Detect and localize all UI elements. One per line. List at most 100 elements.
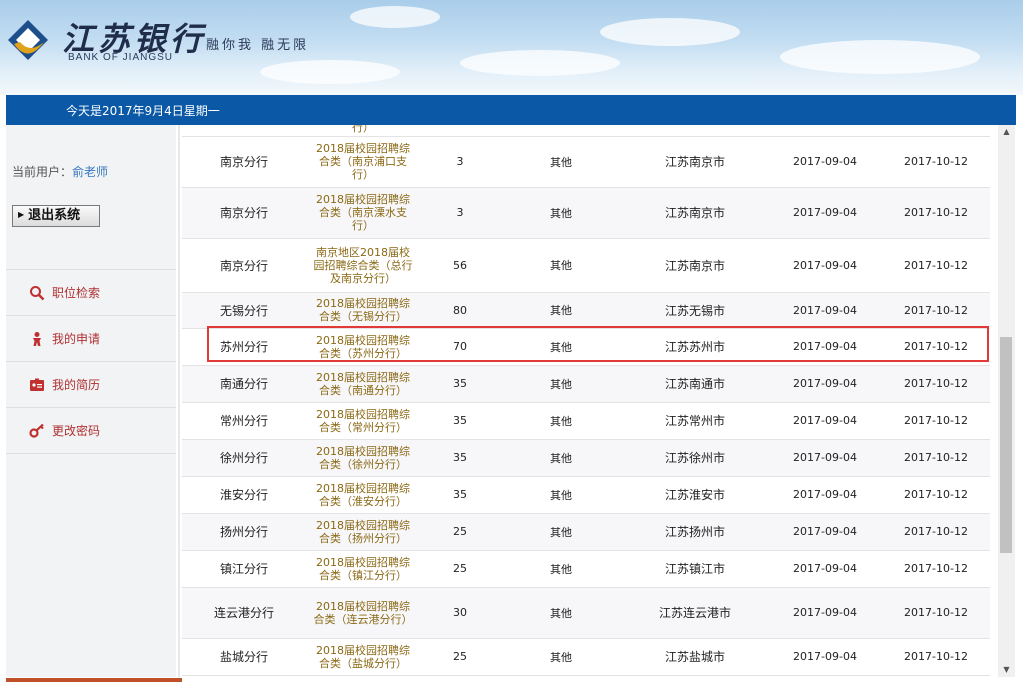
- sidebar-item-label: 我的简历: [52, 378, 101, 392]
- type-cell: 其他: [500, 476, 622, 514]
- job-category-link[interactable]: 2018届校园招聘综合类（扬州分行）: [306, 513, 420, 551]
- branch-cell: 镇江分行: [182, 550, 306, 588]
- sidebar: 当前用户：俞老师 ▶ 退出系统 职位检索 我的申请 我的简历 更改密码: [6, 125, 176, 677]
- table-row[interactable]: 南京分行 2018届校园招聘综合类（南京溧水支行） 3 其他 江苏南京市 2017-09-…: [182, 187, 990, 239]
- job-category-link[interactable]: 2018届校园招聘综合类（淮安分行）: [306, 476, 420, 514]
- table-row[interactable]: 盐城分行 2018届校园招聘综合类（盐城分行） 25 其他 江苏盐城市 2017-09-0…: [182, 638, 990, 676]
- branch-cell: 徐州分行: [182, 439, 306, 477]
- start-date-cell: 2017-09-04: [768, 292, 882, 329]
- end-date-cell: [882, 125, 990, 137]
- city-cell: 江苏苏州市: [622, 328, 768, 366]
- sidebar-divider: [178, 125, 180, 677]
- table-row[interactable]: 连云港分行 2018届校园招聘综合类（连云港分行） 30 其他 江苏连云港市 2017-0…: [182, 587, 990, 639]
- cloud-decoration: [460, 50, 620, 76]
- table-row[interactable]: 镇江分行 2018届校园招聘综合类（镇江分行） 25 其他 江苏镇江市 2017-09-0…: [182, 550, 990, 588]
- table-row[interactable]: 苏州分行 2018届校园招聘综合类（苏州分行） 70 其他 江苏苏州市 2017-09-0…: [182, 328, 990, 366]
- type-cell: 其他: [500, 365, 622, 403]
- job-category-link[interactable]: 2018届校园招聘综合类（常州分行）: [306, 402, 420, 440]
- job-category-link[interactable]: 南京地区2018届校园招聘综合类（总行及南京分行）: [306, 238, 420, 293]
- branch-cell: 淮安分行: [182, 476, 306, 514]
- city-cell: 江苏盐城市: [622, 638, 768, 676]
- city-cell: 江苏镇江市: [622, 550, 768, 588]
- type-cell: 其他: [500, 136, 622, 188]
- table-row[interactable]: 行）: [182, 125, 990, 137]
- table-row[interactable]: 常州分行 2018届校园招聘综合类（常州分行） 35 其他 江苏常州市 2017-09-0…: [182, 402, 990, 440]
- search-icon: [28, 284, 46, 302]
- table-row[interactable]: 无锡分行 2018届校园招聘综合类（无锡分行） 80 其他 江苏无锡市 2017-09-0…: [182, 292, 990, 329]
- brand-slogan: 融你我 融无限: [206, 38, 310, 53]
- start-date-cell: 2017-09-04: [768, 402, 882, 440]
- branch-cell: 连云港分行: [182, 587, 306, 639]
- city-cell: 江苏连云港市: [622, 587, 768, 639]
- count-cell: 3: [420, 136, 500, 188]
- branch-cell: 南京分行: [182, 136, 306, 188]
- scrollbar-thumb[interactable]: [1000, 337, 1012, 553]
- city-cell: 江苏无锡市: [622, 292, 768, 329]
- job-category-link[interactable]: 2018届校园招聘综合类（镇江分行）: [306, 550, 420, 588]
- start-date-cell: 2017-09-04: [768, 439, 882, 477]
- header-banner: 江苏银行 BANK OF JIANGSU 融你我 融无限: [0, 0, 1023, 95]
- job-category-link[interactable]: 行）: [306, 125, 420, 137]
- job-category-link[interactable]: 2018届校园招聘综合类（无锡分行）: [306, 292, 420, 329]
- city-cell: 江苏南通市: [622, 365, 768, 403]
- branch-cell: [182, 125, 306, 137]
- end-date-cell: 2017-10-12: [882, 513, 990, 551]
- table-row[interactable]: 徐州分行 2018届校园招聘综合类（徐州分行） 35 其他 江苏徐州市 2017-09-0…: [182, 439, 990, 477]
- start-date-cell: 2017-09-04: [768, 587, 882, 639]
- job-category-link[interactable]: 2018届校园招聘综合类（盐城分行）: [306, 638, 420, 676]
- type-cell: 其他: [500, 187, 622, 239]
- logout-button[interactable]: ▶ 退出系统: [12, 205, 100, 227]
- start-date-cell: 2017-09-04: [768, 136, 882, 188]
- job-category-link[interactable]: 2018届校园招聘综合类（南通分行）: [306, 365, 420, 403]
- key-icon: [28, 422, 46, 440]
- job-category-link[interactable]: 2018届校园招聘综合类（南京溧水支行）: [306, 187, 420, 239]
- start-date-cell: 2017-09-04: [768, 513, 882, 551]
- cloud-decoration: [600, 18, 740, 46]
- job-category-link[interactable]: 2018届校园招聘综合类（南京浦口支行）: [306, 136, 420, 188]
- job-category-link[interactable]: 2018届校园招聘综合类（徐州分行）: [306, 439, 420, 477]
- end-date-cell: 2017-10-12: [882, 292, 990, 329]
- count-cell: [420, 125, 500, 137]
- table-row[interactable]: 扬州分行 2018届校园招聘综合类（扬州分行） 25 其他 江苏扬州市 2017-09-0…: [182, 513, 990, 551]
- current-user: 当前用户：俞老师: [12, 163, 108, 180]
- date-bar: 今天是2017年9月4日星期一: [6, 95, 1016, 125]
- current-date: 今天是2017年9月4日星期一: [66, 104, 220, 118]
- branch-cell: 常州分行: [182, 402, 306, 440]
- count-cell: 3: [420, 187, 500, 239]
- sidebar-item-label: 更改密码: [52, 424, 101, 438]
- count-cell: 35: [420, 402, 500, 440]
- count-cell: 35: [420, 439, 500, 477]
- table-row[interactable]: 南通分行 2018届校园招聘综合类（南通分行） 35 其他 江苏南通市 2017-09-0…: [182, 365, 990, 403]
- count-cell: 80: [420, 292, 500, 329]
- sidebar-item-my-resume[interactable]: 我的简历: [6, 362, 176, 408]
- end-date-cell: 2017-10-12: [882, 187, 990, 239]
- current-user-name[interactable]: 俞老师: [72, 165, 108, 179]
- cloud-decoration: [350, 6, 440, 28]
- scroll-down-icon[interactable]: ▼: [998, 663, 1015, 677]
- sidebar-item-my-applications[interactable]: 我的申请: [6, 316, 176, 362]
- vertical-scrollbar[interactable]: ▲ ▼: [998, 125, 1015, 677]
- table-row[interactable]: 南京分行 2018届校园招聘综合类（南京浦口支行） 3 其他 江苏南京市 2017-09-…: [182, 136, 990, 188]
- start-date-cell: 2017-09-04: [768, 238, 882, 293]
- table-row[interactable]: 南京分行 南京地区2018届校园招聘综合类（总行及南京分行） 56 其他 江苏南京市 20…: [182, 238, 990, 293]
- job-category-link[interactable]: 2018届校园招聘综合类（连云港分行）: [306, 587, 420, 639]
- sidebar-menu: 职位检索 我的申请 我的简历 更改密码: [6, 269, 176, 454]
- start-date-cell: 2017-09-04: [768, 328, 882, 366]
- branch-cell: 南京分行: [182, 187, 306, 239]
- start-date-cell: 2017-09-04: [768, 365, 882, 403]
- sidebar-item-change-password[interactable]: 更改密码: [6, 408, 176, 454]
- job-category-link[interactable]: 2018届校园招聘综合类（苏州分行）: [306, 328, 420, 366]
- count-cell: 25: [420, 513, 500, 551]
- branch-cell: 无锡分行: [182, 292, 306, 329]
- person-icon: [28, 330, 46, 348]
- table-row[interactable]: 淮安分行 2018届校园招聘综合类（淮安分行） 35 其他 江苏淮安市 2017-09-0…: [182, 476, 990, 514]
- sidebar-item-job-search[interactable]: 职位检索: [6, 270, 176, 316]
- type-cell: 其他: [500, 587, 622, 639]
- end-date-cell: 2017-10-12: [882, 365, 990, 403]
- scroll-up-icon[interactable]: ▲: [998, 125, 1015, 139]
- bank-logo-icon: [8, 20, 48, 60]
- count-cell: 35: [420, 365, 500, 403]
- job-list-panel[interactable]: 行） 南京分行 2018届校园招聘综合类（南京浦口支行） 3 其他 江苏南京市 2017-…: [182, 125, 998, 677]
- job-table: 行） 南京分行 2018届校园招聘综合类（南京浦口支行） 3 其他 江苏南京市 2017-…: [182, 125, 990, 676]
- type-cell: 其他: [500, 328, 622, 366]
